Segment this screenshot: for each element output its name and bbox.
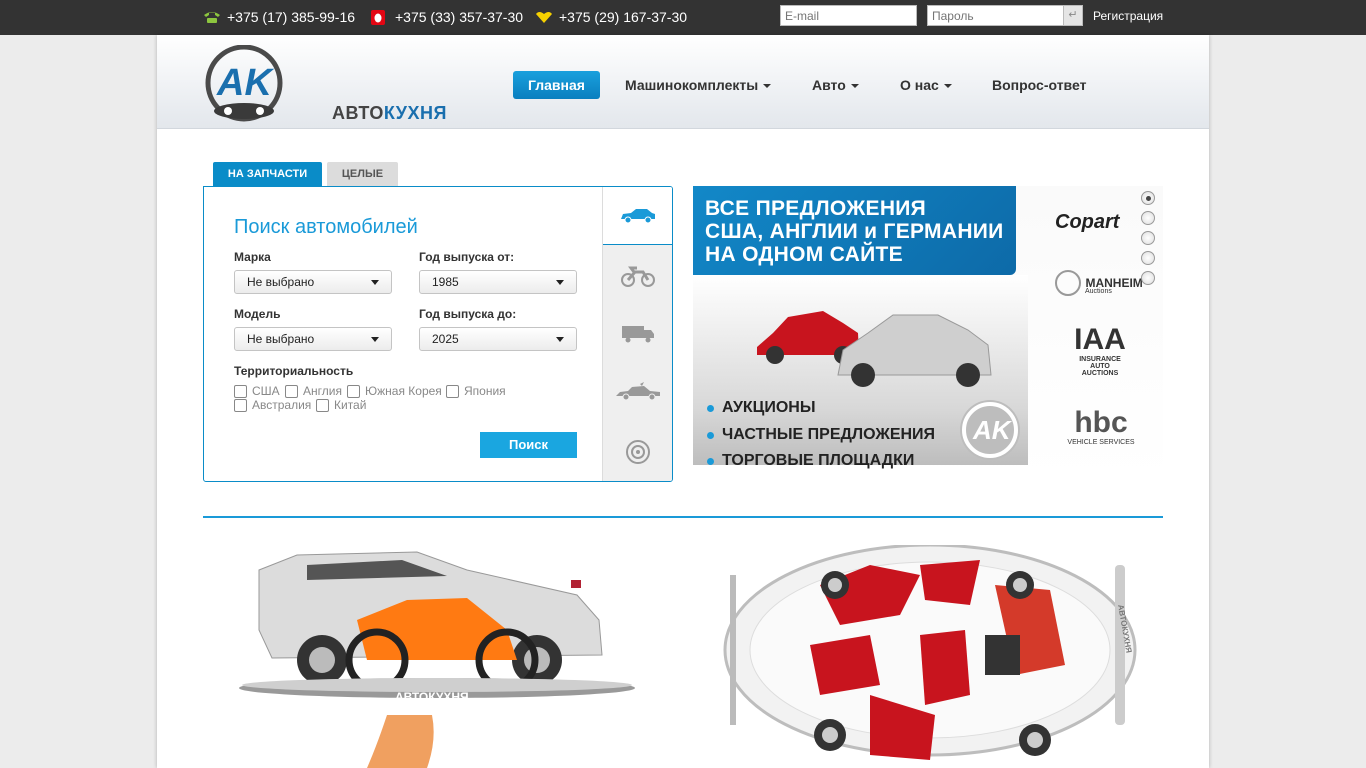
svg-text:AK: AK bbox=[972, 415, 1013, 445]
year-from-select[interactable]: 1985 bbox=[419, 270, 577, 294]
vehicle-tab-car[interactable] bbox=[603, 187, 672, 245]
banner-headline-box: ВСЕ ПРЕДЛОЖЕНИЯ США, АНГЛИИ и ГЕРМАНИИ Н… bbox=[693, 186, 1016, 275]
country-checkbox-usa[interactable]: США bbox=[234, 384, 280, 398]
slide-dot-4[interactable] bbox=[1141, 251, 1155, 265]
register-link[interactable]: Регистрация bbox=[1093, 9, 1163, 23]
manheim-emblem-icon bbox=[1055, 270, 1081, 296]
landline-phone-icon bbox=[203, 10, 221, 24]
country-checkbox-south-korea[interactable]: Южная Корея bbox=[347, 384, 442, 398]
country-checkbox-australia[interactable]: Австралия bbox=[234, 398, 311, 412]
country-checkbox-england[interactable]: Англия bbox=[285, 384, 342, 398]
territory-label: Территориальность bbox=[234, 364, 354, 378]
phone-landline: +375 (17) 385-99-16 bbox=[203, 9, 355, 25]
vehicle-tab-wrecked[interactable] bbox=[603, 363, 672, 421]
slide-dot-5[interactable] bbox=[1141, 271, 1155, 285]
bullet-dot-icon bbox=[707, 404, 714, 412]
top-bar: +375 (17) 385-99-16 +375 (33) 357-37-30 … bbox=[0, 0, 1366, 35]
password-input[interactable] bbox=[927, 5, 1064, 26]
phone-number: +375 (33) 357-37-30 bbox=[395, 9, 524, 25]
slide-dot-3[interactable] bbox=[1141, 231, 1155, 245]
phone-number: +375 (29) 167-37-30 bbox=[559, 9, 688, 25]
banner-bullet: АУКЦИОНЫ bbox=[707, 399, 816, 417]
login-submit-button[interactable]: ↵ bbox=[1063, 5, 1083, 26]
slide-dot-2[interactable] bbox=[1141, 211, 1155, 225]
phone-mts: +375 (33) 357-37-30 bbox=[371, 9, 523, 25]
page-container: AK АВТОКУХНЯ Главная Машинокомплекты Авт… bbox=[157, 35, 1209, 768]
banner-bullet: ЧАСТНЫЕ ПРЕДЛОЖЕНИЯ bbox=[707, 426, 935, 444]
banner-headline-line: США, АНГЛИИ и ГЕРМАНИИ bbox=[705, 220, 1004, 243]
search-title: Поиск автомобилей bbox=[234, 216, 418, 238]
vehicle-type-tabs bbox=[602, 187, 672, 481]
chevron-down-icon bbox=[943, 84, 952, 89]
make-label: Марка bbox=[234, 250, 271, 264]
chevron-down-icon bbox=[763, 84, 772, 89]
nav-auto[interactable]: Авто bbox=[812, 71, 859, 99]
nav-car-kits[interactable]: Машинокомплекты bbox=[625, 71, 772, 99]
site-logo[interactable]: AK АВТОКУХНЯ bbox=[204, 45, 446, 125]
model-select[interactable]: Не выбрано bbox=[234, 327, 392, 351]
dropdown-arrow-icon bbox=[371, 337, 379, 342]
banner-bullet: ТОРГОВЫЕ ПЛОЩАДКИ bbox=[707, 452, 914, 470]
dropdown-arrow-icon bbox=[371, 280, 379, 285]
whole-cars-promo-image[interactable]: АВТОКУХНЯ bbox=[237, 540, 637, 768]
checkbox[interactable] bbox=[446, 384, 459, 398]
vehicle-tab-moto[interactable] bbox=[603, 247, 672, 305]
site-header: AK АВТОКУХНЯ Главная Машинокомплекты Авт… bbox=[157, 35, 1209, 129]
manheim-logo: MANHEIM Auctions bbox=[1055, 270, 1143, 296]
car-search-panel: Поиск автомобилей Марка Не выбрано Год в… bbox=[203, 186, 673, 482]
year-to-label: Год выпуска до: bbox=[419, 307, 517, 321]
svg-text:АВТОКУХНЯ: АВТОКУХНЯ bbox=[395, 690, 469, 704]
bullet-dot-icon bbox=[707, 457, 714, 465]
checkbox[interactable] bbox=[285, 384, 298, 398]
copart-logo: Copart bbox=[1055, 211, 1120, 233]
velcom-operator-icon bbox=[535, 10, 553, 24]
search-button[interactable]: Поиск bbox=[480, 432, 577, 458]
banner-headline-line: НА ОДНОМ САЙТЕ bbox=[705, 243, 903, 266]
nav-faq[interactable]: Вопрос-ответ bbox=[992, 71, 1086, 99]
auction-banner[interactable]: AK ВСЕ ПРЕДЛОЖЕНИЯ США, АНГЛИИ и ГЕРМАНИ… bbox=[693, 186, 1163, 482]
truck-icon bbox=[622, 326, 654, 343]
parts-kit-promo-image[interactable]: АВТОКУХНЯ bbox=[720, 545, 1140, 768]
hbc-logo: hbc VEHICLE SERVICES bbox=[1067, 406, 1135, 447]
checkbox[interactable] bbox=[234, 398, 247, 412]
vehicle-tab-parts[interactable] bbox=[603, 423, 672, 481]
iaa-logo: IAA INSURANCE AUTO AUCTIONS bbox=[1074, 323, 1126, 378]
checkbox[interactable] bbox=[234, 384, 247, 398]
year-to-select[interactable]: 2025 bbox=[419, 327, 577, 351]
checkbox[interactable] bbox=[347, 384, 360, 398]
model-label: Модель bbox=[234, 307, 281, 321]
year-from-label: Год выпуска от: bbox=[419, 250, 515, 264]
banner-headline-line: ВСЕ ПРЕДЛОЖЕНИЯ bbox=[705, 197, 927, 220]
make-select[interactable]: Не выбрано bbox=[234, 270, 392, 294]
phone-number: +375 (17) 385-99-16 bbox=[227, 9, 356, 25]
logo-emblem-icon: AK bbox=[205, 45, 283, 122]
dropdown-arrow-icon bbox=[556, 337, 564, 342]
email-input[interactable] bbox=[780, 5, 917, 26]
country-checkbox-japan[interactable]: Япония bbox=[446, 384, 506, 398]
motorcycle-icon bbox=[621, 266, 655, 287]
slide-dot-1[interactable] bbox=[1141, 191, 1155, 205]
wrecked-car-icon bbox=[616, 382, 660, 401]
svg-text:AK: AK bbox=[216, 62, 274, 104]
tab-whole-cars[interactable]: ЦЕЛЫЕ bbox=[327, 162, 398, 186]
mts-operator-icon bbox=[371, 10, 389, 25]
bullet-dot-icon bbox=[707, 431, 714, 439]
chevron-down-icon bbox=[850, 84, 859, 89]
nav-home[interactable]: Главная bbox=[513, 71, 600, 99]
wheel-icon bbox=[626, 440, 650, 464]
section-divider bbox=[203, 516, 1163, 518]
dropdown-arrow-icon bbox=[556, 280, 564, 285]
vehicle-tab-truck[interactable] bbox=[603, 305, 672, 363]
car-icon bbox=[621, 208, 655, 223]
logo-wordmark: АВТОКУХНЯ bbox=[332, 103, 447, 123]
country-checkbox-china[interactable]: Китай bbox=[316, 398, 366, 412]
checkbox[interactable] bbox=[316, 398, 329, 412]
nav-about[interactable]: О нас bbox=[900, 71, 952, 99]
phone-velcom: +375 (29) 167-37-30 bbox=[535, 9, 687, 25]
tab-for-parts[interactable]: НА ЗАПЧАСТИ bbox=[213, 162, 322, 186]
